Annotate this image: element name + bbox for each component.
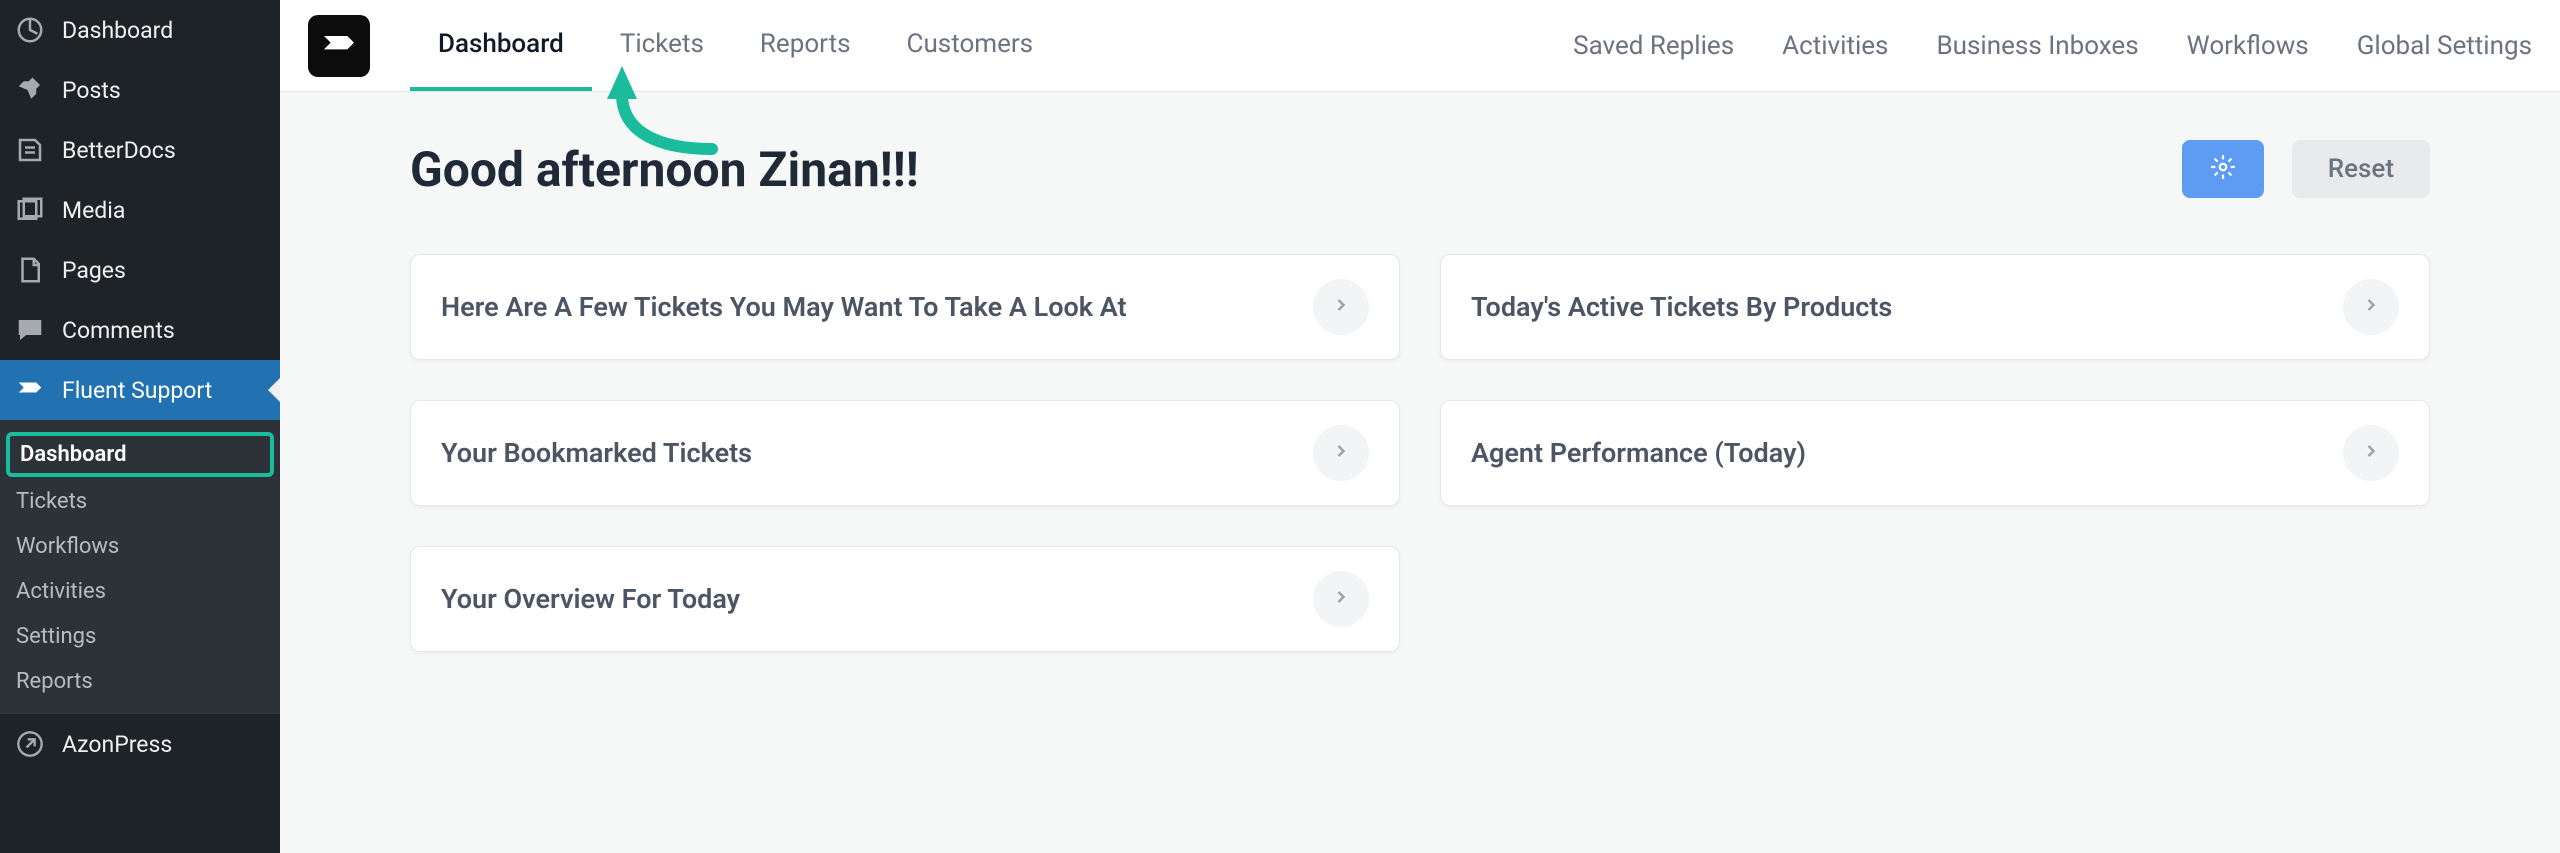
sidebar-label: Posts xyxy=(62,77,121,104)
card-agent-performance[interactable]: Agent Performance (Today) xyxy=(1440,400,2430,506)
expand-button[interactable] xyxy=(1313,571,1369,627)
submenu-label: Dashboard xyxy=(20,442,126,467)
reset-label: Reset xyxy=(2328,154,2394,184)
sidebar-label: Media xyxy=(62,197,125,224)
tab-label: Tickets xyxy=(620,29,704,59)
card-title: Here Are A Few Tickets You May Want To T… xyxy=(441,291,1127,323)
sidebar-label: Pages xyxy=(62,257,126,284)
page-title: Good afternoon Zinan!!! xyxy=(410,141,919,198)
submenu-label: Settings xyxy=(16,624,96,649)
link-activities[interactable]: Activities xyxy=(1782,31,1888,61)
comment-icon xyxy=(14,314,46,346)
submenu-item-tickets[interactable]: Tickets xyxy=(0,479,280,524)
reset-button[interactable]: Reset xyxy=(2292,140,2430,198)
content-header: Good afternoon Zinan!!! Reset xyxy=(410,140,2430,198)
chevron-right-icon xyxy=(1331,587,1351,611)
expand-button[interactable] xyxy=(2343,279,2399,335)
link-label: Workflows xyxy=(2187,31,2309,61)
submenu-item-workflows[interactable]: Workflows xyxy=(0,524,280,569)
link-workflows[interactable]: Workflows xyxy=(2187,31,2309,61)
tab-tickets[interactable]: Tickets xyxy=(592,0,732,91)
submenu-item-reports[interactable]: Reports xyxy=(0,659,280,704)
expand-button[interactable] xyxy=(1313,279,1369,335)
expand-button[interactable] xyxy=(1313,425,1369,481)
submenu-item-activities[interactable]: Activities xyxy=(0,569,280,614)
card-overview-today[interactable]: Your Overview For Today xyxy=(410,546,1400,652)
content-header-actions: Reset xyxy=(2182,140,2430,198)
card-title: Your Bookmarked Tickets xyxy=(441,437,752,469)
submenu-label: Workflows xyxy=(16,534,119,559)
settings-button[interactable] xyxy=(2182,140,2264,198)
chevron-right-icon xyxy=(1331,441,1351,465)
submenu-label: Activities xyxy=(16,579,106,604)
sidebar-label: Comments xyxy=(62,317,175,344)
card-title: Today's Active Tickets By Products xyxy=(1471,291,1892,323)
submenu-item-dashboard[interactable]: Dashboard xyxy=(6,432,274,477)
sidebar-label: BetterDocs xyxy=(62,137,176,164)
card-few-tickets[interactable]: Here Are A Few Tickets You May Want To T… xyxy=(410,254,1400,360)
link-global-settings[interactable]: Global Settings xyxy=(2357,31,2532,61)
submenu-item-settings[interactable]: Settings xyxy=(0,614,280,659)
link-business-inboxes[interactable]: Business Inboxes xyxy=(1936,31,2138,61)
topbar-right-links: Saved Replies Activities Business Inboxe… xyxy=(1573,31,2532,61)
fluent-support-icon xyxy=(14,374,46,406)
sidebar-item-media[interactable]: Media xyxy=(0,180,280,240)
tab-label: Dashboard xyxy=(438,29,564,59)
link-label: Saved Replies xyxy=(1573,31,1734,61)
sidebar-item-betterdocs[interactable]: BetterDocs xyxy=(0,120,280,180)
submenu-label: Tickets xyxy=(16,489,87,514)
dashboard-cards: Here Are A Few Tickets You May Want To T… xyxy=(410,254,2430,652)
page-icon xyxy=(14,254,46,286)
chevron-right-icon xyxy=(1331,295,1351,319)
media-icon xyxy=(14,194,46,226)
link-label: Business Inboxes xyxy=(1936,31,2138,61)
topbar-tabs: Dashboard Tickets Reports Customers xyxy=(410,0,1061,91)
sidebar-item-comments[interactable]: Comments xyxy=(0,300,280,360)
sidebar-item-dashboard[interactable]: Dashboard xyxy=(0,0,280,60)
sidebar-item-pages[interactable]: Pages xyxy=(0,240,280,300)
chevron-right-icon xyxy=(2361,295,2381,319)
tab-label: Customers xyxy=(907,29,1034,59)
chevron-right-icon xyxy=(2361,441,2381,465)
tab-reports[interactable]: Reports xyxy=(732,0,879,91)
card-title: Your Overview For Today xyxy=(441,583,740,615)
card-title: Agent Performance (Today) xyxy=(1471,437,1806,469)
submenu-label: Reports xyxy=(16,669,93,694)
sidebar-item-fluent-support[interactable]: Fluent Support xyxy=(0,360,280,420)
link-saved-replies[interactable]: Saved Replies xyxy=(1573,31,1734,61)
fluent-support-logo xyxy=(308,15,370,77)
dashboard-icon xyxy=(14,14,46,46)
sidebar-label: Fluent Support xyxy=(62,377,212,404)
card-active-tickets-products[interactable]: Today's Active Tickets By Products xyxy=(1440,254,2430,360)
content-body: Good afternoon Zinan!!! Reset Here Are A… xyxy=(280,92,2560,853)
tab-customers[interactable]: Customers xyxy=(879,0,1062,91)
sidebar-item-azonpress[interactable]: AzonPress xyxy=(0,714,280,774)
tab-dashboard[interactable]: Dashboard xyxy=(410,0,592,91)
sidebar-label: AzonPress xyxy=(62,731,172,758)
main-area: Dashboard Tickets Reports Customers Save… xyxy=(280,0,2560,853)
sidebar-label: Dashboard xyxy=(62,17,173,44)
topbar: Dashboard Tickets Reports Customers Save… xyxy=(280,0,2560,92)
sidebar-item-posts[interactable]: Posts xyxy=(0,60,280,120)
expand-button[interactable] xyxy=(2343,425,2399,481)
pin-icon xyxy=(14,74,46,106)
card-bookmarked-tickets[interactable]: Your Bookmarked Tickets xyxy=(410,400,1400,506)
tab-label: Reports xyxy=(760,29,851,59)
sidebar-submenu: Dashboard Tickets Workflows Activities S… xyxy=(0,420,280,714)
link-icon xyxy=(14,728,46,760)
link-label: Activities xyxy=(1782,31,1888,61)
docs-icon xyxy=(14,134,46,166)
gear-icon xyxy=(2210,154,2236,184)
wp-admin-sidebar: Dashboard Posts BetterDocs Media Pages C… xyxy=(0,0,280,853)
link-label: Global Settings xyxy=(2357,31,2532,61)
